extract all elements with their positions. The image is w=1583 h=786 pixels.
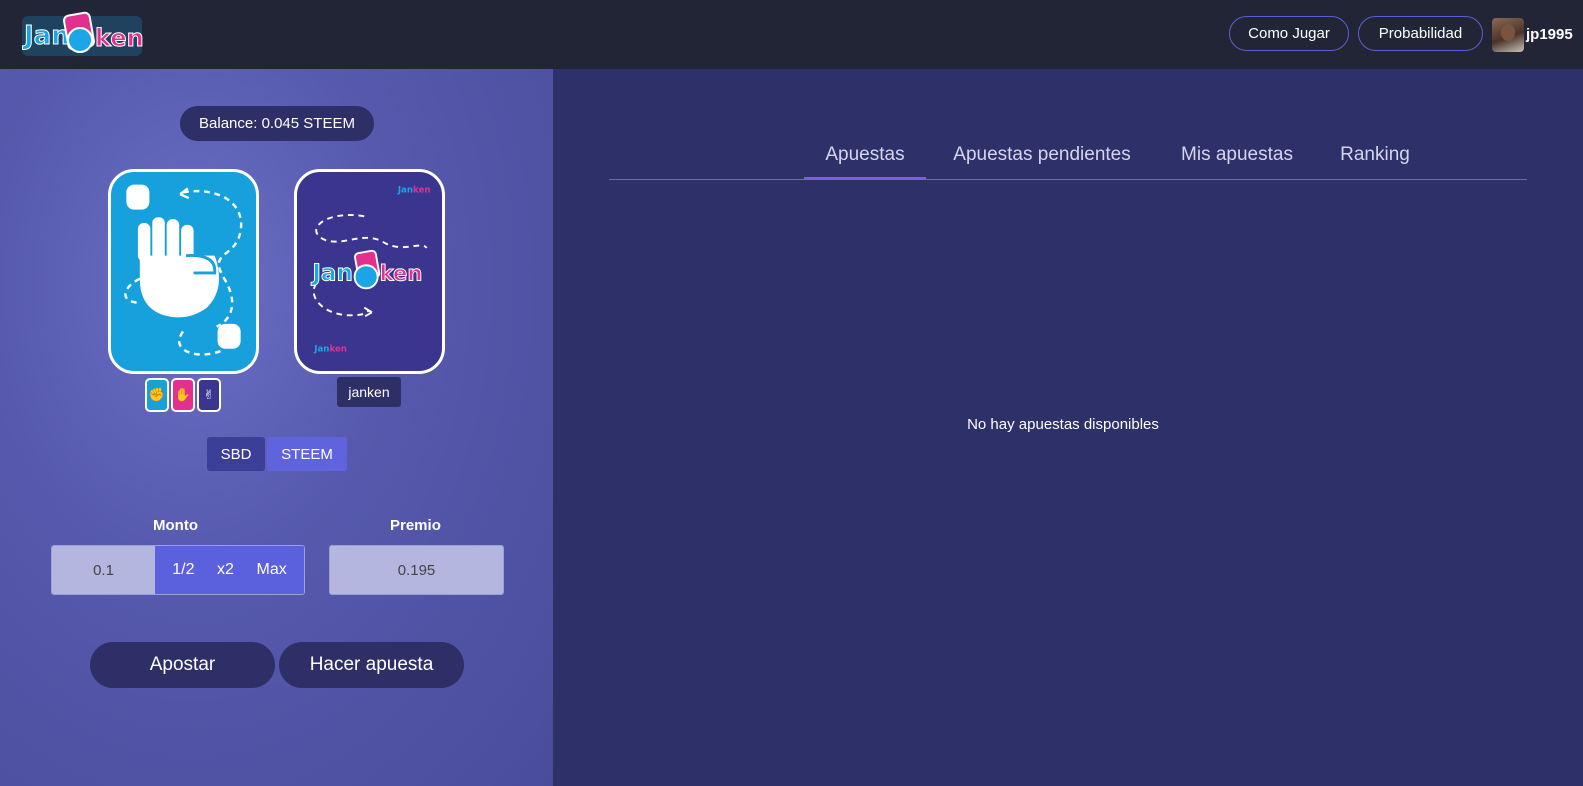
svg-text:ken: ken (380, 261, 423, 286)
opponent-card-back: Janken Jan ken Janken (294, 169, 445, 374)
scissors-icon[interactable]: ✌ (197, 378, 221, 412)
opponent-name: janken (337, 377, 401, 407)
janken-logo[interactable]: Jan ken (20, 8, 150, 64)
half-button[interactable]: 1/2 (168, 557, 198, 583)
premio-label: Premio (390, 517, 441, 534)
currency-steem-button[interactable]: STEEM (267, 437, 347, 471)
probabilidad-button[interactable]: Probabilidad (1358, 16, 1483, 51)
apostar-button[interactable]: Apostar (90, 642, 275, 688)
username: jp1995 (1526, 26, 1573, 43)
hacer-apuesta-button[interactable]: Hacer apuesta (279, 642, 464, 688)
double-button[interactable]: x2 (213, 557, 238, 583)
hand-selector: ✊ ✋ ✌ (145, 378, 221, 412)
bets-panel: Apuestas Apuestas pendientes Mis apuesta… (553, 69, 1583, 786)
como-jugar-button[interactable]: Como Jugar (1229, 16, 1349, 51)
monto-input[interactable] (52, 546, 155, 594)
tab-apuestas[interactable]: Apuestas (804, 136, 926, 180)
rock-icon[interactable]: ✊ (145, 378, 169, 412)
premio-field (329, 545, 504, 595)
tab-apuestas-pendientes[interactable]: Apuestas pendientes (947, 136, 1137, 180)
svg-text:Jan: Jan (310, 261, 353, 287)
top-bar: Jan ken Como Jugar Probabilidad jp1995 (0, 0, 1583, 69)
max-button[interactable]: Max (252, 557, 290, 583)
tab-mis-apuestas[interactable]: Mis apuestas (1177, 136, 1297, 180)
tab-ranking[interactable]: Ranking (1335, 136, 1415, 180)
svg-text:Jan: Jan (22, 21, 70, 51)
monto-label: Monto (153, 517, 198, 534)
monto-buttons: 1/2 x2 Max (155, 546, 304, 594)
svg-text:ken: ken (95, 24, 144, 52)
bets-tabs: Apuestas Apuestas pendientes Mis apuesta… (609, 136, 1527, 180)
svg-text:Janken: Janken (397, 185, 431, 195)
currency-sbd-button[interactable]: SBD (207, 437, 265, 471)
player-card-rock[interactable] (108, 169, 259, 374)
empty-message: No hay apuestas disponibles (967, 416, 1159, 433)
svg-text:Janken: Janken (313, 345, 347, 355)
monto-group: 1/2 x2 Max (51, 545, 305, 595)
paper-icon[interactable]: ✋ (171, 378, 195, 412)
balance-badge: Balance: 0.045 STEEM (180, 106, 374, 141)
game-panel: Balance: 0.045 STEEM Janken Jan ken Jank… (0, 69, 553, 786)
avatar (1492, 17, 1524, 52)
user-menu[interactable]: jp1995 (1492, 17, 1573, 52)
